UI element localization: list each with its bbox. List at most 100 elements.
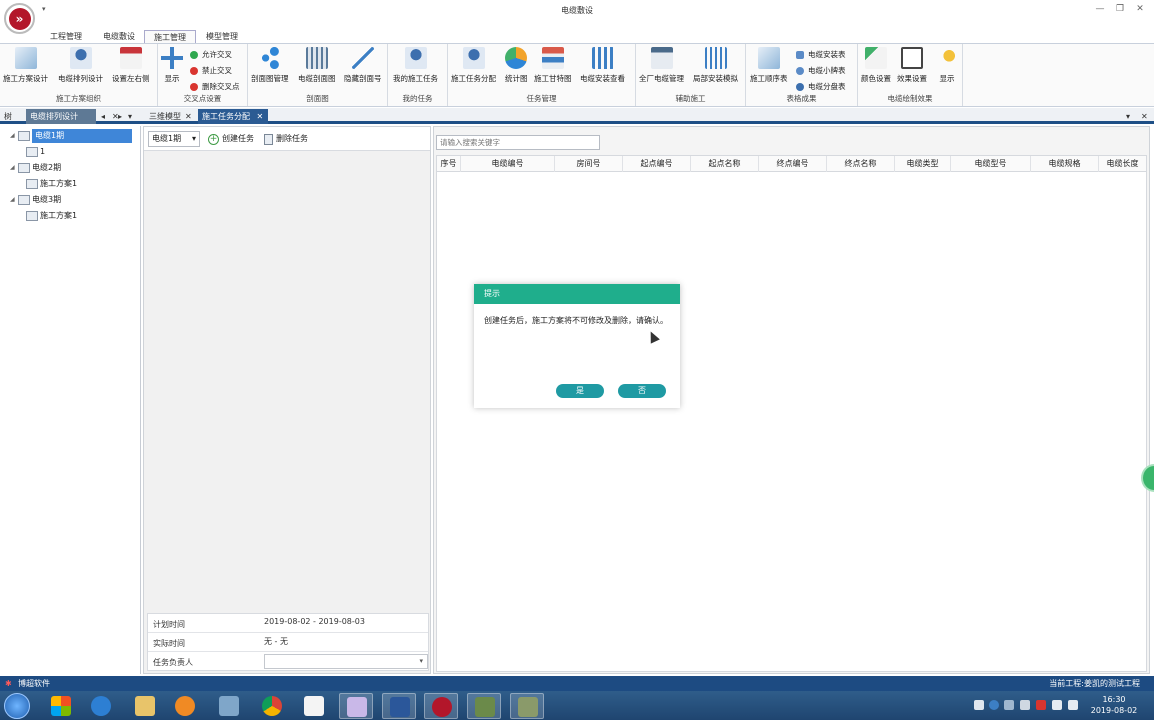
prop-row-actual: 实际时间无 - 无 bbox=[148, 633, 428, 652]
taskbar-folder[interactable] bbox=[128, 693, 162, 719]
yes-button[interactable]: 是 bbox=[556, 384, 604, 398]
tree-node[interactable]: ◢ 电缆1期 bbox=[10, 129, 132, 143]
volume-icon[interactable] bbox=[1068, 700, 1078, 710]
install-table-button[interactable]: 电缆安装表 bbox=[796, 49, 846, 60]
section-manage-button[interactable]: 剖面图管理 bbox=[251, 47, 289, 84]
col-header[interactable]: 电缆规格 bbox=[1031, 156, 1099, 172]
forbid-cross-button[interactable]: 禁止交叉 bbox=[190, 65, 232, 76]
taskbar-chrome[interactable] bbox=[255, 693, 289, 719]
cross-show-button[interactable]: 显示 bbox=[161, 47, 183, 84]
color-setting-button[interactable]: 颜色设置 bbox=[861, 47, 891, 84]
cable-arrangement-button[interactable]: 电缆排列设计 bbox=[58, 47, 103, 84]
col-header[interactable]: 电缆编号 bbox=[461, 156, 555, 172]
delete-cross-button[interactable]: 删除交叉点 bbox=[190, 81, 240, 92]
folder-icon bbox=[18, 131, 30, 141]
taskbar-media[interactable] bbox=[168, 693, 202, 719]
network-icon[interactable] bbox=[1052, 700, 1062, 710]
panel-menu-icon[interactable]: ▾ bbox=[1126, 109, 1130, 124]
taskbar-tool[interactable] bbox=[212, 693, 246, 719]
tab-nav-next-icon[interactable]: ▸ bbox=[118, 109, 122, 124]
col-header[interactable]: 电缆类型 bbox=[895, 156, 951, 172]
owner-select[interactable]: ▾ bbox=[264, 654, 428, 669]
tree-node[interactable]: 施工方案1 bbox=[26, 209, 77, 223]
taskbar-word[interactable] bbox=[382, 693, 416, 719]
tree-node[interactable]: ◢ 电缆3期 bbox=[10, 193, 61, 207]
minimize-button[interactable]: — bbox=[1091, 3, 1109, 15]
local-simulate-button[interactable]: 局部安装模拟 bbox=[693, 47, 738, 84]
taskbar-ide[interactable] bbox=[339, 693, 373, 719]
file-icon bbox=[304, 696, 324, 716]
expand-icon[interactable]: ◢ bbox=[10, 193, 18, 207]
start-button[interactable] bbox=[4, 693, 30, 719]
tab-3d-close-icon[interactable]: ✕ bbox=[185, 109, 192, 124]
tray-icon[interactable] bbox=[1004, 700, 1014, 710]
task-assign-button[interactable]: 施工任务分配 bbox=[451, 47, 496, 84]
close-button[interactable]: ✕ bbox=[1131, 3, 1149, 15]
flag-icon[interactable] bbox=[1036, 700, 1046, 710]
section-icon bbox=[305, 47, 328, 69]
tab-tree[interactable]: 树 bbox=[0, 109, 16, 124]
no-button[interactable]: 否 bbox=[618, 384, 666, 398]
tab-task-close-icon[interactable]: ✕ bbox=[257, 112, 264, 121]
taskbar-clock[interactable]: 16:30 2019-08-02 bbox=[1088, 694, 1140, 716]
tree-node[interactable]: ◢ 电缆2期 bbox=[10, 161, 61, 175]
tab-construction-management[interactable]: 施工管理 bbox=[144, 30, 196, 44]
tab-nav-prev-icon[interactable]: ◂ bbox=[101, 109, 105, 124]
small-label-button[interactable]: 电缆小牌表 bbox=[796, 65, 846, 76]
taskbar-ie[interactable] bbox=[84, 693, 118, 719]
split-table-button[interactable]: 电缆分盘表 bbox=[796, 81, 846, 92]
col-header[interactable]: 电缆型号 bbox=[951, 156, 1031, 172]
tab-project-management[interactable]: 工程管理 bbox=[40, 30, 92, 44]
col-header[interactable]: 起点编号 bbox=[623, 156, 691, 172]
tab-model-management[interactable]: 模型管理 bbox=[198, 30, 246, 44]
cable-section-button[interactable]: 电缆剖面图 bbox=[298, 47, 336, 84]
col-header[interactable]: 终点编号 bbox=[759, 156, 827, 172]
stat-chart-button[interactable]: 统计图 bbox=[505, 47, 528, 84]
plan-design-button[interactable]: 施工方案设计 bbox=[3, 47, 48, 84]
app-icon-1 bbox=[475, 697, 495, 717]
maximize-button[interactable]: ❐ bbox=[1111, 3, 1129, 15]
color-icon bbox=[865, 47, 887, 69]
taskbar-file[interactable] bbox=[297, 693, 331, 719]
set-side-button[interactable]: 设置左右侧 bbox=[112, 47, 150, 84]
plant-cable-button[interactable]: 全厂电缆管理 bbox=[639, 47, 684, 84]
tab-3d-model[interactable]: 三维模型 bbox=[145, 109, 185, 124]
tree-node[interactable]: 1 bbox=[26, 145, 45, 159]
panel-close-icon[interactable]: ✕ bbox=[1141, 109, 1148, 124]
my-task-button[interactable]: 我的施工任务 bbox=[393, 47, 438, 84]
tab-list-icon[interactable]: ▾ bbox=[128, 109, 132, 124]
ribbon-group-assist: 全厂电缆管理 局部安装模拟 辅助施工 bbox=[636, 44, 746, 106]
expand-icon[interactable]: ◢ bbox=[10, 161, 18, 175]
phase-select[interactable]: 电缆1期 ▾ bbox=[148, 131, 200, 147]
tab-task-assignment[interactable]: 施工任务分配 ✕ bbox=[198, 109, 268, 124]
expand-icon[interactable]: ◢ bbox=[10, 129, 18, 143]
keyboard-icon[interactable] bbox=[974, 700, 984, 710]
taskbar-cable-app[interactable] bbox=[424, 693, 458, 719]
tree-node[interactable]: 施工方案1 bbox=[26, 177, 77, 191]
allow-cross-button[interactable]: 允许交叉 bbox=[190, 49, 232, 60]
col-header[interactable]: 房间号 bbox=[555, 156, 623, 172]
display-button[interactable]: 显示 bbox=[936, 47, 958, 84]
expand-tray-icon[interactable] bbox=[1020, 700, 1030, 710]
create-task-button[interactable]: + 创建任务 bbox=[208, 132, 254, 146]
col-header[interactable]: 电缆长度 bbox=[1099, 156, 1146, 172]
hide-section-button[interactable]: 隐藏剖面号 bbox=[344, 47, 382, 84]
col-header[interactable]: 序号 bbox=[437, 156, 461, 172]
col-header[interactable]: 终点名称 bbox=[827, 156, 895, 172]
tab-cable-arrangement[interactable]: 电缆排列设计 bbox=[26, 109, 96, 124]
search-input[interactable] bbox=[436, 135, 600, 150]
tab-cable-laying[interactable]: 电缆敷设 bbox=[94, 30, 144, 44]
delete-task-button[interactable]: 删除任务 bbox=[264, 132, 308, 146]
taskbar-app-1[interactable] bbox=[467, 693, 501, 719]
taskbar-explorer[interactable] bbox=[44, 693, 78, 719]
schedule-table-button[interactable]: 施工顺序表 bbox=[750, 47, 788, 84]
taskbar-app-2[interactable] bbox=[510, 693, 544, 719]
col-header[interactable]: 起点名称 bbox=[691, 156, 759, 172]
plant-cable-icon bbox=[650, 47, 673, 69]
add-icon: + bbox=[208, 133, 219, 145]
effect-setting-button[interactable]: 效果设置 bbox=[897, 47, 927, 84]
help-icon[interactable] bbox=[989, 700, 999, 710]
install-view-button[interactable]: 电缆安装查看 bbox=[580, 47, 625, 84]
gantt-button[interactable]: 施工甘特图 bbox=[534, 47, 572, 84]
folder-icon bbox=[18, 195, 30, 205]
